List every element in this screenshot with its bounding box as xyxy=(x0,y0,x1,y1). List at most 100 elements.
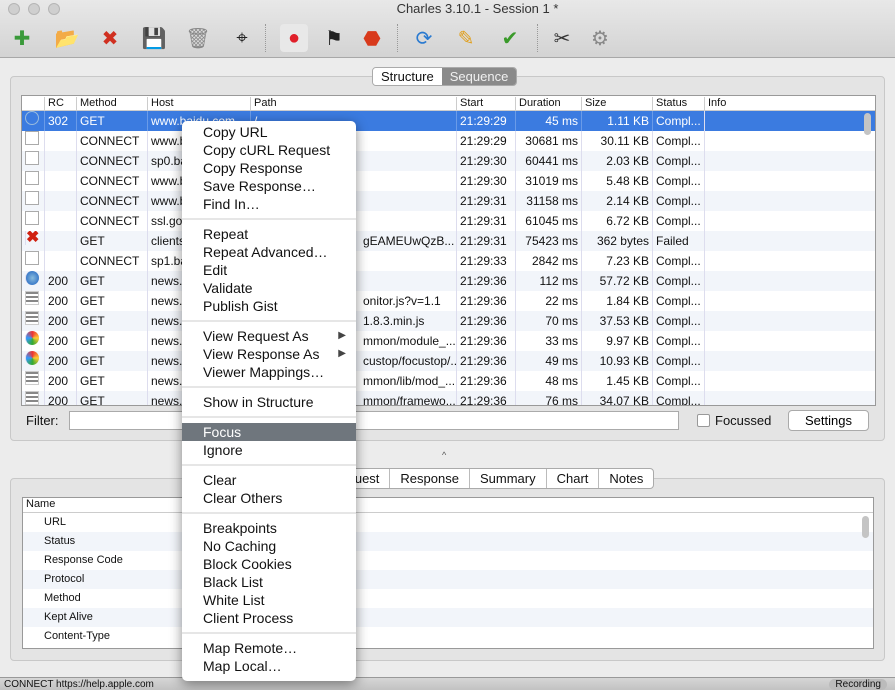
detail-row[interactable]: Kept Alive xyxy=(23,608,873,627)
table-row[interactable]: CONNECT www.b 21:29:29 30681 ms 30.11 KB Comp… xyxy=(22,131,875,151)
menu-item-breakpoints[interactable]: Breakpoints xyxy=(182,519,356,537)
edit-pencil-button[interactable]: ✎ xyxy=(452,24,480,52)
detail-scrollbar[interactable] xyxy=(862,516,869,538)
cell-duration: 2842 ms xyxy=(515,251,581,271)
column-header-path[interactable]: Path xyxy=(250,97,456,111)
menu-item-viewer-mappings[interactable]: Viewer Mappings… xyxy=(182,363,356,381)
menu-item-find-in[interactable]: Find In… xyxy=(182,195,356,213)
column-header-host[interactable]: Host xyxy=(147,97,250,111)
column-header-info[interactable]: Info xyxy=(704,97,854,111)
menu-item-clear-others[interactable]: Clear Others xyxy=(182,489,356,507)
validate-check-icon: ✔ xyxy=(501,27,519,50)
menu-item-repeat[interactable]: Repeat xyxy=(182,225,356,243)
menu-item-view-request-as[interactable]: View Request As ▶ xyxy=(182,327,356,345)
menu-item-view-response-as[interactable]: View Response As ▶ xyxy=(182,345,356,363)
toolbar-separator xyxy=(397,24,398,52)
detail-row[interactable]: Method xyxy=(23,589,873,608)
menu-item-label: Copy Response xyxy=(203,160,303,176)
splitter-handle[interactable]: ^ xyxy=(442,450,446,460)
detail-row[interactable]: Content-Type xyxy=(23,627,873,646)
trash-button[interactable]: 🗑 xyxy=(184,24,212,52)
table-row[interactable]: CONNECT www.b 21:29:31 31158 ms 2.14 KB Compl… xyxy=(22,191,875,211)
table-row[interactable]: 200 GET news. custop/focustop/... 21:29:36 49… xyxy=(22,351,875,371)
cell-info xyxy=(704,251,854,271)
detail-row[interactable]: Response Code xyxy=(23,551,873,570)
cell-info xyxy=(704,271,854,291)
cell-status: Compl... xyxy=(652,311,704,331)
tab-summary[interactable]: Summary xyxy=(468,469,546,488)
menu-item-label: Save Response… xyxy=(203,178,316,194)
cell-info xyxy=(704,211,854,231)
focussed-label: Focussed xyxy=(715,413,772,428)
column-header-method[interactable]: Method xyxy=(76,97,147,111)
menu-item-clear[interactable]: Clear xyxy=(182,471,356,489)
settings-gear-button[interactable]: ⚙ xyxy=(586,24,614,52)
cell-duration: 33 ms xyxy=(515,331,581,351)
column-header-rc[interactable]: RC xyxy=(44,97,76,111)
tab-notes[interactable]: Notes xyxy=(598,469,653,488)
focussed-checkbox[interactable] xyxy=(697,414,710,427)
column-header-size[interactable]: Size xyxy=(581,97,652,111)
table-row[interactable]: 302GETwww.baidu.com/21:29:2945 ms1.11 KB… xyxy=(22,111,875,131)
menu-item-save-response[interactable]: Save Response… xyxy=(182,177,356,195)
menu-separator xyxy=(182,411,356,423)
settings-button[interactable]: Settings xyxy=(788,410,869,431)
table-row[interactable]: ✖ GET clients gEAMEUwQzB... 21:29:31 75423 ms… xyxy=(22,231,875,251)
close-session-button[interactable]: ✖ xyxy=(96,24,124,52)
menu-item-copy-curl-request[interactable]: Copy cURL Request xyxy=(182,141,356,159)
cell-rc: 200 xyxy=(44,331,76,351)
menu-item-client-process[interactable]: Client Process xyxy=(182,609,356,627)
detail-row[interactable]: URL xyxy=(23,513,873,532)
tools-button[interactable]: ✂ xyxy=(548,24,576,52)
table-row[interactable]: 200 GET news. 1.8.3.min.js 21:29:36 70 ms 37.5… xyxy=(22,311,875,331)
table-row[interactable]: 200 GET news. 21:29:36 112 ms 57.72 KB Compl..… xyxy=(22,271,875,291)
record-button[interactable]: ● xyxy=(280,24,308,52)
table-row[interactable]: 200 GET news. onitor.js?v=1.1 21:29:36 22 ms 1… xyxy=(22,291,875,311)
tab-structure[interactable]: Structure xyxy=(373,68,442,85)
table-row[interactable]: 200 GET news. mmon/module_... 21:29:36 33 ms 9… xyxy=(22,331,875,351)
column-header-status[interactable]: Status xyxy=(652,97,704,111)
tab-response[interactable]: Response xyxy=(389,469,469,488)
menu-item-ignore[interactable]: Ignore xyxy=(182,441,356,459)
table-row[interactable]: CONNECT www.b 21:29:30 31019 ms 5.48 KB Compl… xyxy=(22,171,875,191)
binoculars-button[interactable]: ⌖ xyxy=(228,24,256,52)
menu-item-copy-response[interactable]: Copy Response xyxy=(182,159,356,177)
column-header-duration[interactable]: Duration xyxy=(515,97,581,111)
open-folder-button[interactable]: 📂 xyxy=(53,24,81,52)
tab-chart[interactable]: Chart xyxy=(545,469,599,488)
menu-item-no-caching[interactable]: No Caching xyxy=(182,537,356,555)
table-row[interactable]: 200 GET news. mmon/lib/mod_... 21:29:36 48 ms… xyxy=(22,371,875,391)
table-row[interactable]: 200 GET news. mmon/framewo... 21:29:36 76 ms 3… xyxy=(22,391,875,405)
menu-item-copy-url[interactable]: Copy URL xyxy=(182,123,356,141)
menu-item-edit[interactable]: Edit xyxy=(182,261,356,279)
table-scrollbar[interactable] xyxy=(864,113,871,135)
stop-button[interactable]: ⬣ xyxy=(358,24,386,52)
validate-check-button[interactable]: ✔ xyxy=(496,24,524,52)
menu-item-show-in-structure[interactable]: Show in Structure xyxy=(182,393,356,411)
menu-item-block-cookies[interactable]: Block Cookies xyxy=(182,555,356,573)
table-row[interactable]: CONNECT ssl.go 21:29:31 61045 ms 6.72 KB Comp… xyxy=(22,211,875,231)
repeat-button[interactable]: ⟳ xyxy=(410,24,438,52)
menu-item-map-remote[interactable]: Map Remote… xyxy=(182,639,356,657)
menu-item-map-local[interactable]: Map Local… xyxy=(182,657,356,675)
column-header-start[interactable]: Start xyxy=(456,97,515,111)
script-icon xyxy=(25,291,39,305)
new-session-button[interactable]: ✚ xyxy=(8,24,36,52)
save-button[interactable]: 💾 xyxy=(140,24,168,52)
menu-item-focus[interactable]: Focus xyxy=(182,423,356,441)
menu-item-validate[interactable]: Validate xyxy=(182,279,356,297)
menu-item-black-list[interactable]: Black List xyxy=(182,573,356,591)
menu-item-publish-gist[interactable]: Publish Gist xyxy=(182,297,356,315)
detail-row[interactable]: Protocol xyxy=(23,570,873,589)
new-session-icon: ✚ xyxy=(13,27,31,50)
cell-method: CONNECT xyxy=(76,191,147,211)
filter-input[interactable] xyxy=(69,411,679,430)
detail-row[interactable]: Status xyxy=(23,532,873,551)
table-row[interactable]: CONNECT sp1.ba 21:29:33 2842 ms 7.23 KB Compl… xyxy=(22,251,875,271)
throttle-flag-button[interactable]: ⚑ xyxy=(320,24,348,52)
cell-status: Compl... xyxy=(652,111,704,131)
tab-sequence[interactable]: Sequence xyxy=(441,68,517,85)
table-row[interactable]: CONNECT sp0.ba 21:29:30 60441 ms 2.03 KB Comp… xyxy=(22,151,875,171)
menu-item-repeat-advanced[interactable]: Repeat Advanced… xyxy=(182,243,356,261)
menu-item-white-list[interactable]: White List xyxy=(182,591,356,609)
